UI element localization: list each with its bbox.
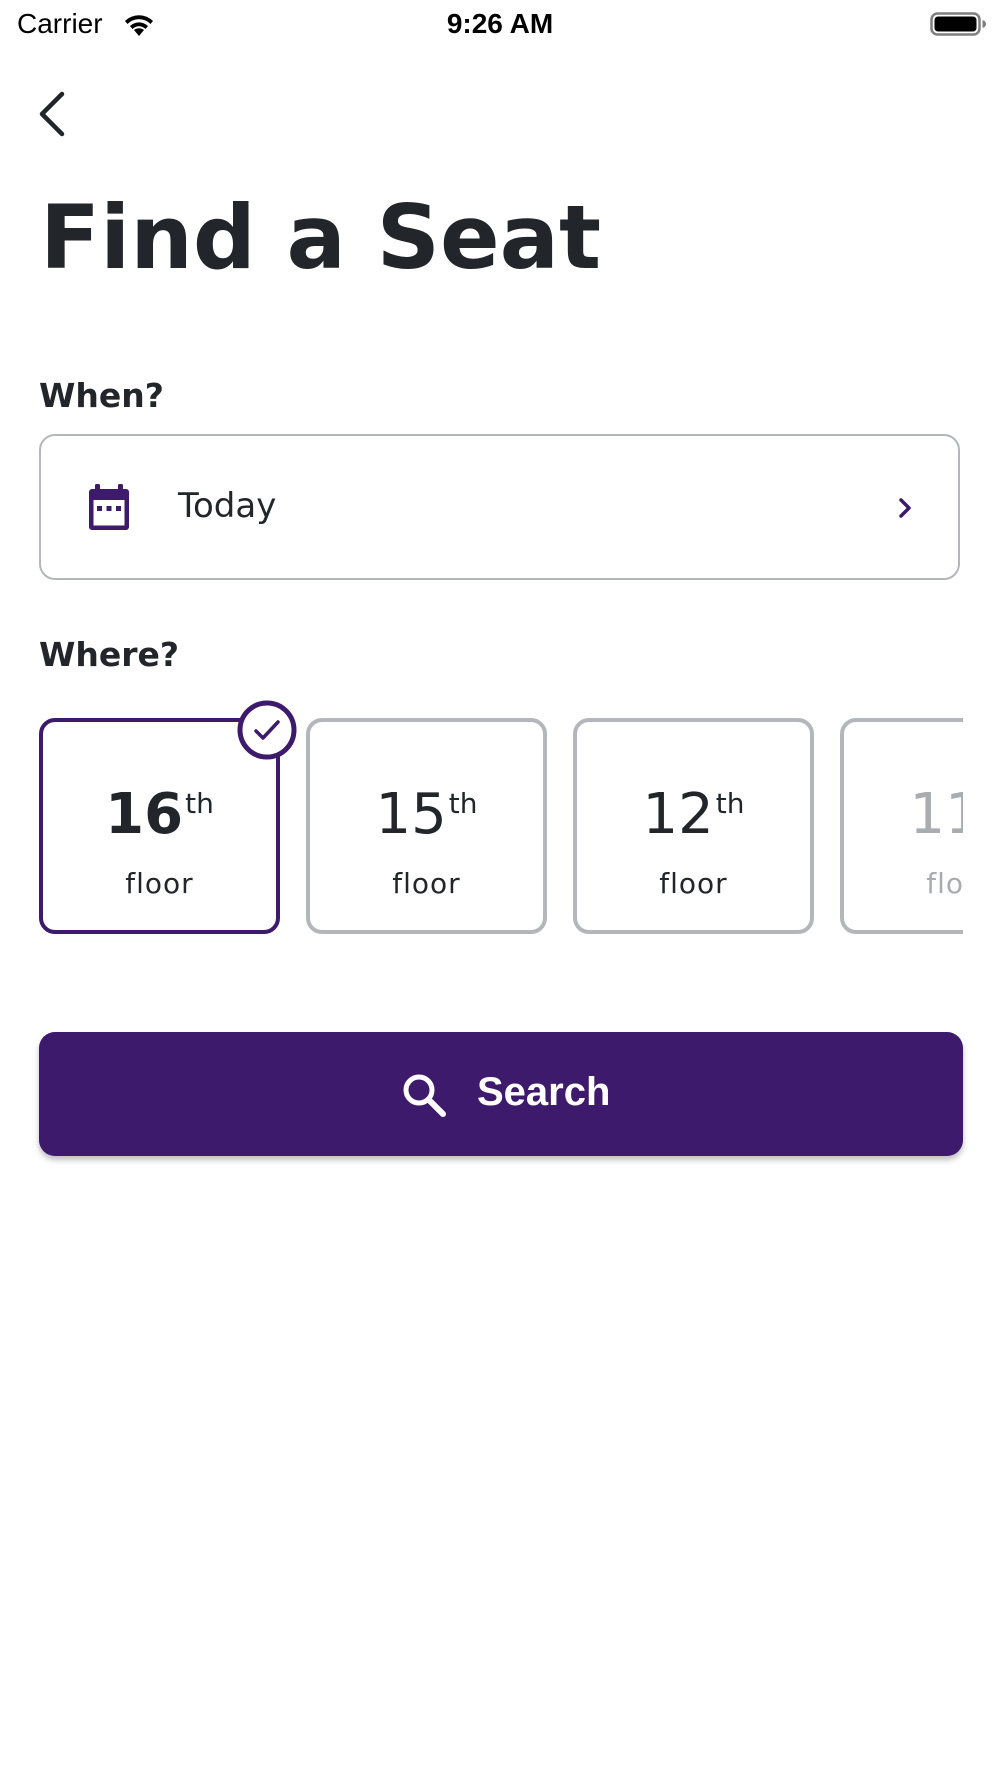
floor-number-wrap: 11th xyxy=(844,782,964,847)
floor-word: floor xyxy=(659,867,728,900)
floor-number-wrap: 15th xyxy=(310,782,543,847)
floor-word: floor xyxy=(125,867,194,900)
floor-word: floor xyxy=(926,867,963,900)
floor-carousel[interactable]: 16th floor 15th floor 12th floor 11th fl… xyxy=(39,700,963,935)
search-button[interactable]: Search xyxy=(39,1032,963,1156)
date-value: Today xyxy=(178,486,277,526)
when-label: When? xyxy=(39,376,164,415)
floor-number-wrap: 16th xyxy=(43,782,276,847)
back-button[interactable] xyxy=(30,84,80,144)
search-button-label: Search xyxy=(477,1070,611,1114)
status-time: 9:26 AM xyxy=(446,8,554,39)
calendar-icon xyxy=(89,484,129,530)
date-picker-field[interactable]: Today xyxy=(39,434,960,580)
floor-word: floor xyxy=(392,867,461,900)
floor-suffix: th xyxy=(715,787,745,820)
floor-number: 16 xyxy=(105,782,184,847)
selected-check-icon xyxy=(237,700,297,760)
floor-number: 15 xyxy=(375,782,447,847)
floor-card-12[interactable]: 12th floor xyxy=(573,718,814,934)
page-title: Find a Seat xyxy=(40,186,602,289)
floor-number-wrap: 12th xyxy=(577,782,810,847)
status-bar: Carrier 9:26 AM xyxy=(0,0,1000,52)
chevron-right-icon xyxy=(899,498,911,518)
floor-card-15[interactable]: 15th floor xyxy=(306,718,547,934)
floor-number: 12 xyxy=(642,782,714,847)
floor-card-11[interactable]: 11th floor xyxy=(840,718,963,934)
battery-icon xyxy=(930,12,986,36)
search-icon xyxy=(403,1074,446,1117)
chevron-left-icon xyxy=(39,91,65,137)
floor-suffix: th xyxy=(185,787,214,820)
where-label: Where? xyxy=(39,635,180,674)
floor-number: 11 xyxy=(909,782,964,847)
floor-suffix: th xyxy=(448,787,478,820)
